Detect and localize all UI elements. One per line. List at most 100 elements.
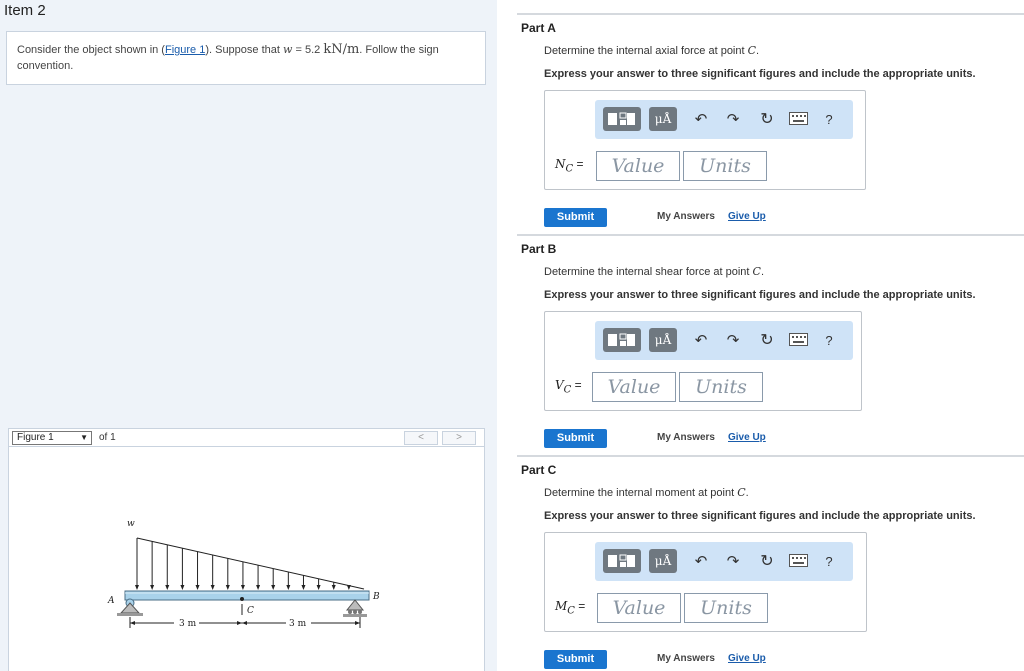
reset-icon[interactable]: ↻ [757,330,777,350]
end-b-label: B [372,592,380,602]
math-toolbar: μÅ ↶ ↷ ↻ ? [595,542,853,581]
variable-symbol: N [555,157,566,171]
question-point: C [752,265,761,278]
load-label: w [127,519,135,529]
part-question: Determine the internal shear force at po… [544,265,764,278]
variable-subscript: C [567,605,575,617]
question-point: C [747,44,757,57]
prev-figure-button[interactable]: < [404,431,438,445]
variable-label: MC = [555,599,585,616]
left-panel: Item 2 Consider the object shown in (Fig… [0,0,497,671]
part-divider [517,455,1024,457]
variable-equals: = [571,378,582,392]
help-icon[interactable]: ? [820,108,838,130]
units-icon[interactable]: μÅ [649,549,677,573]
next-figure-button[interactable]: > [442,431,476,445]
dimension-line [129,617,361,628]
keyboard-icon[interactable] [789,554,808,567]
help-icon[interactable]: ? [820,329,838,351]
load-value: = 5.2 [292,44,324,56]
value-input[interactable]: Value [592,372,676,402]
my-answers-link[interactable]: My Answers [657,653,715,664]
part-question: Determine the internal moment at point C… [544,486,749,499]
keyboard-icon[interactable] [789,333,808,346]
variable-equals: = [574,599,586,613]
load-arrow-head [225,585,230,590]
variable-label: NC = [555,157,584,174]
part-question: Determine the internal axial force at po… [544,44,759,57]
question-text: Determine the internal shear force at po… [544,266,753,278]
redo-icon[interactable]: ↷ [723,330,743,350]
reset-icon[interactable]: ↻ [757,551,777,571]
question-text: Determine the internal moment at point [544,487,738,499]
point-c-label: C [247,606,254,616]
beam-figure: w A B C 3 m 3 m [107,519,380,629]
right-panel: Part A Determine the internal axial forc… [497,0,1024,671]
templates-icon[interactable] [603,549,641,573]
reset-icon[interactable]: ↻ [757,109,777,129]
question-end: . [756,45,760,57]
my-answers-link[interactable]: My Answers [657,432,715,443]
part-title: Part C [521,463,557,477]
figure-select[interactable]: Figure 1 ▼ [12,431,92,445]
units-input[interactable]: Units [679,372,763,402]
load-arrow-head [165,585,170,590]
part-title: Part B [521,242,557,256]
templates-icon[interactable] [603,328,641,352]
units-input[interactable]: Units [684,593,768,623]
distributed-load [135,538,351,590]
load-arrow-head [195,585,200,590]
undo-icon[interactable]: ↶ [691,109,711,129]
question-text: Determine the internal axial force at po… [544,45,748,57]
my-answers-link[interactable]: My Answers [657,211,715,222]
undo-icon[interactable]: ↶ [691,551,711,571]
part-divider [517,234,1024,236]
problem-text-mid: ). Suppose that [205,44,283,56]
submit-button[interactable]: Submit [544,208,607,227]
answer-box: μÅ ↶ ↷ ↻ ? MC = Value Units [544,532,867,632]
question-end: . [745,487,749,499]
problem-text-before: Consider the object shown in ( [17,44,165,56]
units-input[interactable]: Units [683,151,767,181]
point-c-marker [240,597,244,601]
variable-label: VC = [555,378,582,395]
support-a-label: A [107,596,115,606]
submit-button[interactable]: Submit [544,650,607,669]
redo-icon[interactable]: ↷ [723,109,743,129]
math-toolbar: μÅ ↶ ↷ ↻ ? [595,100,853,139]
units-icon[interactable]: μÅ [649,107,677,131]
pin-support [117,598,143,616]
load-arrow-head [271,585,276,590]
answer-box: μÅ ↶ ↷ ↻ ? VC = Value Units [544,311,862,411]
problem-statement: Consider the object shown in (Figure 1).… [6,31,486,85]
part-divider [517,13,1024,15]
give-up-link[interactable]: Give Up [728,211,766,222]
variable-subscript: C [565,163,574,175]
templates-icon[interactable] [603,107,641,131]
figure-area: w A B C 3 m 3 m [8,447,485,671]
redo-icon[interactable]: ↷ [723,551,743,571]
help-icon[interactable]: ? [820,550,838,572]
load-arrow-head [240,585,245,590]
load-arrow-head [331,585,336,590]
answer-box: μÅ ↶ ↷ ↻ ? NC = Value Units [544,90,866,190]
give-up-link[interactable]: Give Up [728,432,766,443]
beam [124,590,370,601]
figure-link[interactable]: Figure 1 [165,44,205,56]
item-title: Item 2 [4,2,46,19]
load-arrow-head [150,585,155,590]
value-input[interactable]: Value [596,151,680,181]
load-arrow-head [256,585,261,590]
part-instructions: Express your answer to three significant… [544,510,976,522]
part-instructions: Express your answer to three significant… [544,68,976,80]
load-arrow-head [180,585,185,590]
submit-button[interactable]: Submit [544,429,607,448]
units-icon[interactable]: μÅ [649,328,677,352]
value-input[interactable]: Value [597,593,681,623]
load-arrow-head [316,585,321,590]
load-unit: kN/m [323,42,360,57]
undo-icon[interactable]: ↶ [691,330,711,350]
variable-symbol: M [555,599,568,613]
give-up-link[interactable]: Give Up [728,653,766,664]
keyboard-icon[interactable] [789,112,808,125]
